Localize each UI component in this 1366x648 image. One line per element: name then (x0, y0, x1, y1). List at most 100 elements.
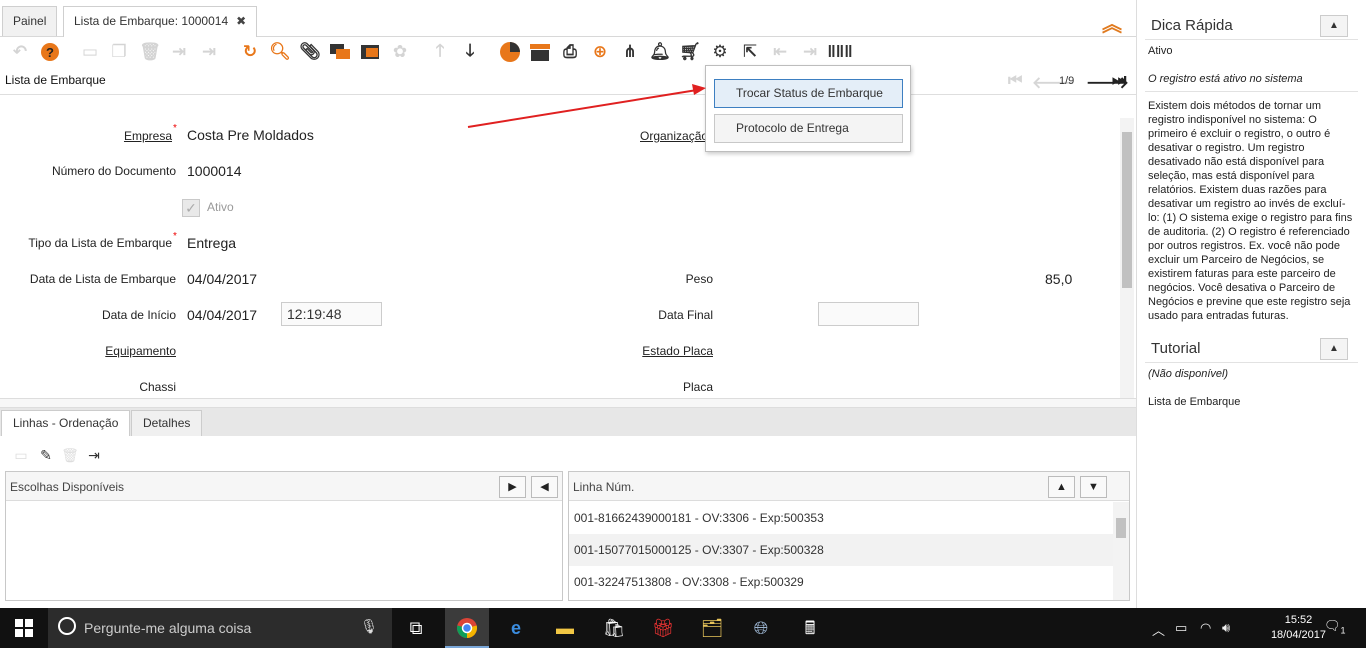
edge-icon[interactable]: e (503, 616, 529, 640)
split-handle[interactable] (0, 398, 1136, 408)
list-scrollbar[interactable] (1113, 502, 1129, 600)
system-clock[interactable]: 15:52 18/04/2017 (1271, 613, 1326, 643)
empresa-field[interactable]: Costa Pre Moldados (187, 127, 314, 143)
microphone-icon[interactable]: 🎙︎ (360, 618, 378, 635)
copy-icon[interactable]: ❐ (107, 40, 131, 64)
tipo-lista-label: Tipo da Lista de Embarque (28, 236, 172, 250)
chrome-icon[interactable] (445, 608, 489, 648)
peso-field[interactable]: 85,0 (1045, 271, 1072, 287)
tab-detalhes[interactable]: Detalhes (131, 410, 203, 436)
gear-icon[interactable]: ⚙ (708, 40, 732, 64)
tutorial-item[interactable]: Lista de Embarque (1148, 395, 1356, 409)
equipamento-label[interactable]: Equipamento (90, 344, 176, 358)
trocar-status-button[interactable]: Trocar Status de Embarque (714, 79, 903, 108)
protocolo-entrega-button[interactable]: Protocolo de Entrega (714, 114, 903, 143)
notification-icon[interactable]: 🗨︎1 (1324, 618, 1346, 636)
chart-icon[interactable] (498, 40, 522, 64)
gift-icon[interactable]: 🎁︎ (650, 616, 676, 640)
linha-num-panel: Linha Núm. ▲ ▼ 001-81662439000181 - OV:3… (568, 471, 1130, 601)
linha-num-header: Linha Núm. ▲ ▼ (569, 472, 1129, 501)
empresa-label[interactable]: Empresa (110, 129, 172, 143)
escolhas-disponiveis-header: Escolhas Disponíveis ▶ ◀ (6, 472, 562, 501)
detail-tab-bar: Linhas - Ordenação Detalhes (0, 408, 1136, 437)
tab-lista-embarque[interactable]: Lista de Embarque: 1000014 ✖ (63, 6, 258, 37)
bell-icon[interactable]: 🔔︎ (648, 40, 672, 64)
volume-icon[interactable]: 🔊︎ (1222, 620, 1230, 636)
refresh-icon[interactable]: ↻ (238, 40, 262, 64)
form-scrollbar[interactable] (1120, 118, 1134, 398)
numero-documento-label: Número do Documento (51, 164, 176, 178)
archive-icon[interactable] (528, 40, 552, 64)
list-item[interactable]: 001-15077015000125 - OV:3307 - Exp:50032… (569, 534, 1113, 566)
list-item[interactable]: 001-81662439000181 - OV:3306 - Exp:50035… (569, 502, 1113, 534)
file-explorer-icon[interactable]: ▬ (552, 616, 578, 640)
window-title-bar: Lista de Embarque ⏮ 🡐 1/9 🡒 ⏭ (0, 67, 1136, 95)
organizacao-label[interactable]: Organização (640, 129, 710, 143)
battery-icon[interactable]: ▭ (1175, 620, 1187, 636)
exit-icon[interactable]: ⇱ (738, 40, 762, 64)
move-up-button[interactable]: ▲ (1048, 476, 1075, 498)
arrow-up-icon[interactable]: 🡑 (428, 40, 452, 64)
tipo-lista-field[interactable]: Entrega (187, 235, 236, 251)
scrollbar-thumb[interactable] (1122, 132, 1132, 288)
workflow-icon[interactable]: ⋔ (618, 40, 642, 64)
data-inicio-field[interactable]: 04/04/2017 (187, 307, 257, 323)
undo-icon[interactable]: ↶ (8, 40, 32, 64)
chevron-up-icon[interactable]: ︿ (1152, 620, 1165, 639)
numero-documento-field[interactable]: 1000014 (187, 163, 242, 179)
detail-toolbar: ▭ ✎ 🗑 ⇥ (0, 436, 1136, 471)
collapse-up-icon[interactable]: ︽ (1102, 8, 1122, 37)
collapse-tutorial-button[interactable]: ▲ (1320, 338, 1348, 360)
taskbar-search[interactable]: Pergunte-me alguma coisa 🎙︎ (48, 608, 392, 648)
tab-linhas-ordenacao-label: Linhas - Ordenação (13, 416, 119, 430)
delete-icon[interactable]: 🗑 (61, 447, 79, 465)
close-icon[interactable]: ✖ (236, 14, 246, 28)
network-app-icon[interactable]: 🌐︎ (748, 616, 774, 640)
ativo-checkbox[interactable]: ✓ (182, 199, 200, 217)
hora-inicio-field[interactable]: 12:19:48 (281, 302, 382, 326)
data-lista-field[interactable]: 04/04/2017 (187, 271, 257, 287)
folder-icon[interactable]: ▭ (12, 447, 30, 465)
data-inicio-label: Data de Início (101, 308, 176, 322)
zoom-in-icon[interactable]: ⊕ (588, 40, 612, 64)
print-icon[interactable]: ⎙ (558, 40, 582, 64)
field-description: O registro está ativo no sistema (1148, 73, 1303, 85)
first-record-icon[interactable]: ⏮ (1008, 72, 1022, 90)
cart-icon[interactable]: 🛒︎ (678, 40, 702, 64)
task-view-icon[interactable]: ⧉ (403, 616, 429, 640)
wifi-icon[interactable]: ◠ (1200, 620, 1211, 636)
arrow-down-icon[interactable]: 🡓 (458, 40, 482, 64)
last-record-icon[interactable]: ⏭ (1112, 72, 1126, 90)
save-icon[interactable]: ⇥ (85, 447, 103, 465)
calculator-icon[interactable]: 🖩 (797, 616, 823, 640)
windows-start-icon[interactable] (11, 616, 37, 640)
help-icon[interactable]: ? (38, 40, 62, 64)
scrollbar-thumb[interactable] (1116, 518, 1126, 538)
save-icon[interactable]: ⇥ (167, 40, 191, 64)
new-record-icon[interactable]: ▭ (78, 40, 102, 64)
history-icon[interactable] (358, 40, 382, 64)
report-icon[interactable]: ✿ (388, 40, 412, 64)
move-left-button[interactable]: ◀ (531, 476, 558, 498)
attachment-icon[interactable]: 📎︎ (298, 40, 322, 64)
estado-placa-label[interactable]: Estado Placa (630, 344, 713, 358)
collapse-dica-button[interactable]: ▲ (1320, 15, 1348, 37)
data-final-field[interactable] (818, 302, 919, 326)
delete-icon[interactable]: 🗑 (138, 40, 162, 64)
list-item[interactable]: 001-32247513808 - OV:3308 - Exp:500329 (569, 566, 1113, 598)
exit-disabled-icon[interactable]: ⇤ (768, 40, 792, 64)
move-right-button[interactable]: ▶ (499, 476, 526, 498)
move-down-button[interactable]: ▼ (1080, 476, 1107, 498)
save-new-icon[interactable]: ⇥ (197, 40, 221, 64)
tab-linhas-ordenacao[interactable]: Linhas - Ordenação (1, 410, 131, 437)
store-icon[interactable]: 🛍︎ (601, 616, 627, 640)
edit-icon[interactable]: ✎ (37, 447, 55, 465)
barcode-icon[interactable]: ‖‖‖ (827, 40, 852, 64)
field-name: Ativo (1148, 45, 1173, 57)
import-disabled-icon[interactable]: ⇥ (798, 40, 822, 64)
notification-count: 1 (1340, 625, 1346, 636)
find-icon[interactable]: 🔍︎ (268, 40, 292, 64)
chat-icon[interactable] (328, 40, 352, 64)
tab-painel[interactable]: Painel (2, 6, 58, 36)
files-icon[interactable]: 🗂︎ (699, 616, 725, 640)
